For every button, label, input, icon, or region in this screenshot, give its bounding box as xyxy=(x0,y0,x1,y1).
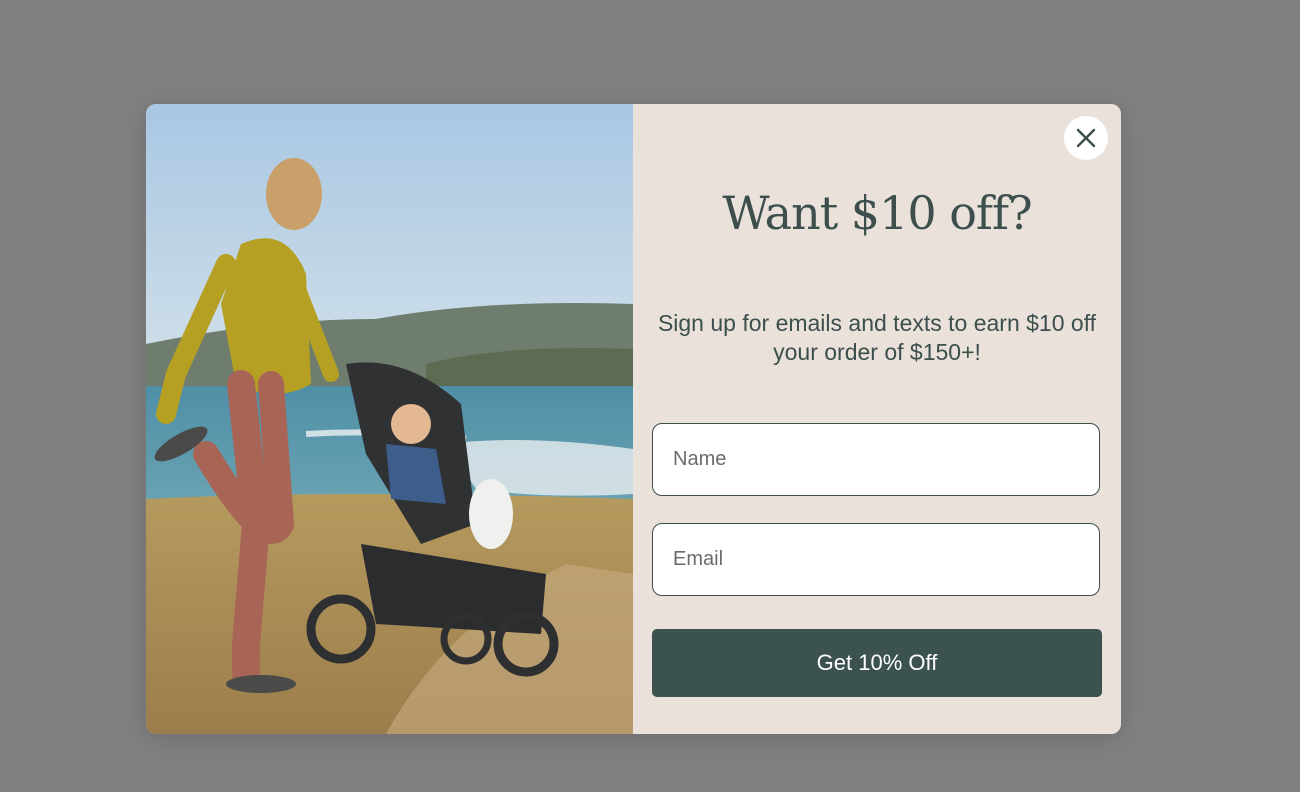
submit-button[interactable]: Get 10% Off xyxy=(652,629,1102,697)
signup-panel: Want $10 off? Sign up for emails and tex… xyxy=(633,104,1121,734)
hero-photo xyxy=(146,104,633,734)
popup-headline: Want $10 off? xyxy=(722,186,1032,240)
signup-popup: Want $10 off? Sign up for emails and tex… xyxy=(146,104,1121,734)
close-icon xyxy=(1076,128,1096,148)
popup-subtext: Sign up for emails and texts to earn $10… xyxy=(657,310,1097,365)
email-field[interactable] xyxy=(652,523,1100,596)
close-button[interactable] xyxy=(1064,116,1108,160)
name-field[interactable] xyxy=(652,423,1100,496)
